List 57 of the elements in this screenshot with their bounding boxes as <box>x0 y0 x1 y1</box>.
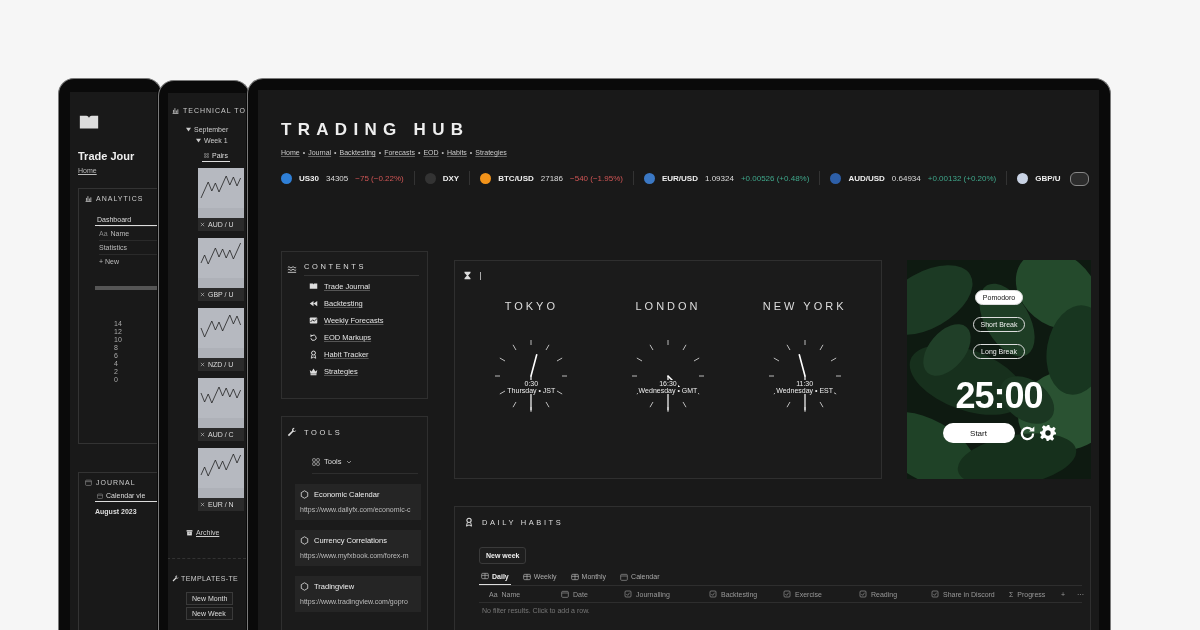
waves-icon <box>287 264 297 274</box>
city-name: LONDON <box>635 300 701 312</box>
chart-icon <box>309 316 318 325</box>
table-icon <box>570 572 579 581</box>
calendar-icon <box>620 572 629 581</box>
checkbox-icon <box>624 590 632 598</box>
logo-icon <box>1069 172 1089 186</box>
hexagon-icon <box>300 536 309 545</box>
disclosure-triangle-icon[interactable] <box>186 127 191 132</box>
chevron-icon[interactable] <box>345 458 352 465</box>
table-icon <box>481 572 489 580</box>
bar-chart-icon <box>172 107 179 114</box>
bar-chart-icon <box>85 195 92 202</box>
cross-icon <box>200 292 205 297</box>
cross-icon <box>200 502 205 507</box>
archive-icon <box>186 529 193 536</box>
ticker-item[interactable]: AUD/USD 0.64934 +0.00132 (+0.20%) <box>819 171 1007 185</box>
grid-icon <box>312 457 320 466</box>
grid-icon <box>204 153 209 158</box>
book-icon <box>309 282 318 291</box>
ticker-item[interactable]: DXY <box>413 171 470 185</box>
ticker-item[interactable]: US30 34305 −75 (−0.22%) <box>281 171 414 185</box>
hexagon-icon <box>300 490 309 499</box>
wrench-icon <box>287 427 297 437</box>
timer-display: 25:00 <box>955 375 1043 417</box>
checkbox-icon <box>783 590 791 598</box>
city-name: TOKYO <box>504 300 558 312</box>
settings-icon[interactable] <box>1039 425 1056 441</box>
checkbox-icon <box>931 590 939 598</box>
ticker-item[interactable]: BTC/USD 27186 −540 (−1.95%) <box>469 171 633 185</box>
start-button[interactable]: Start <box>942 423 1015 443</box>
cross-icon <box>200 362 205 367</box>
ribbon-icon <box>464 517 474 527</box>
text-cursor <box>480 271 481 280</box>
page-title: TRADING HUB <box>281 120 471 140</box>
checkbox-icon <box>709 590 717 598</box>
crown-icon <box>309 367 318 376</box>
calendar-icon <box>561 590 569 598</box>
rewind-icon <box>309 299 318 308</box>
checkbox-icon <box>859 590 867 598</box>
ribbon-icon <box>309 350 318 359</box>
ticker-item[interactable]: EUR/USD 1.09324 +0.00526 (+0.48%) <box>632 171 820 185</box>
calendar-icon <box>85 479 92 486</box>
table-icon <box>522 572 531 581</box>
city-name: NEW YORK <box>762 300 847 312</box>
scroll-bar <box>95 286 157 290</box>
disclosure-triangle-icon[interactable] <box>196 138 201 143</box>
ticker-item[interactable]: GBP/U <box>1006 171 1071 185</box>
wrench-icon <box>172 575 179 582</box>
cross-icon <box>200 432 205 437</box>
hourglass-icon <box>463 271 472 280</box>
hexagon-icon <box>300 582 309 591</box>
undo-arrow-icon <box>309 333 318 342</box>
page-title: Trade Jour <box>78 150 135 162</box>
cross-icon <box>200 222 205 227</box>
calendar-icon <box>97 492 103 499</box>
refresh-icon[interactable] <box>1018 424 1036 442</box>
